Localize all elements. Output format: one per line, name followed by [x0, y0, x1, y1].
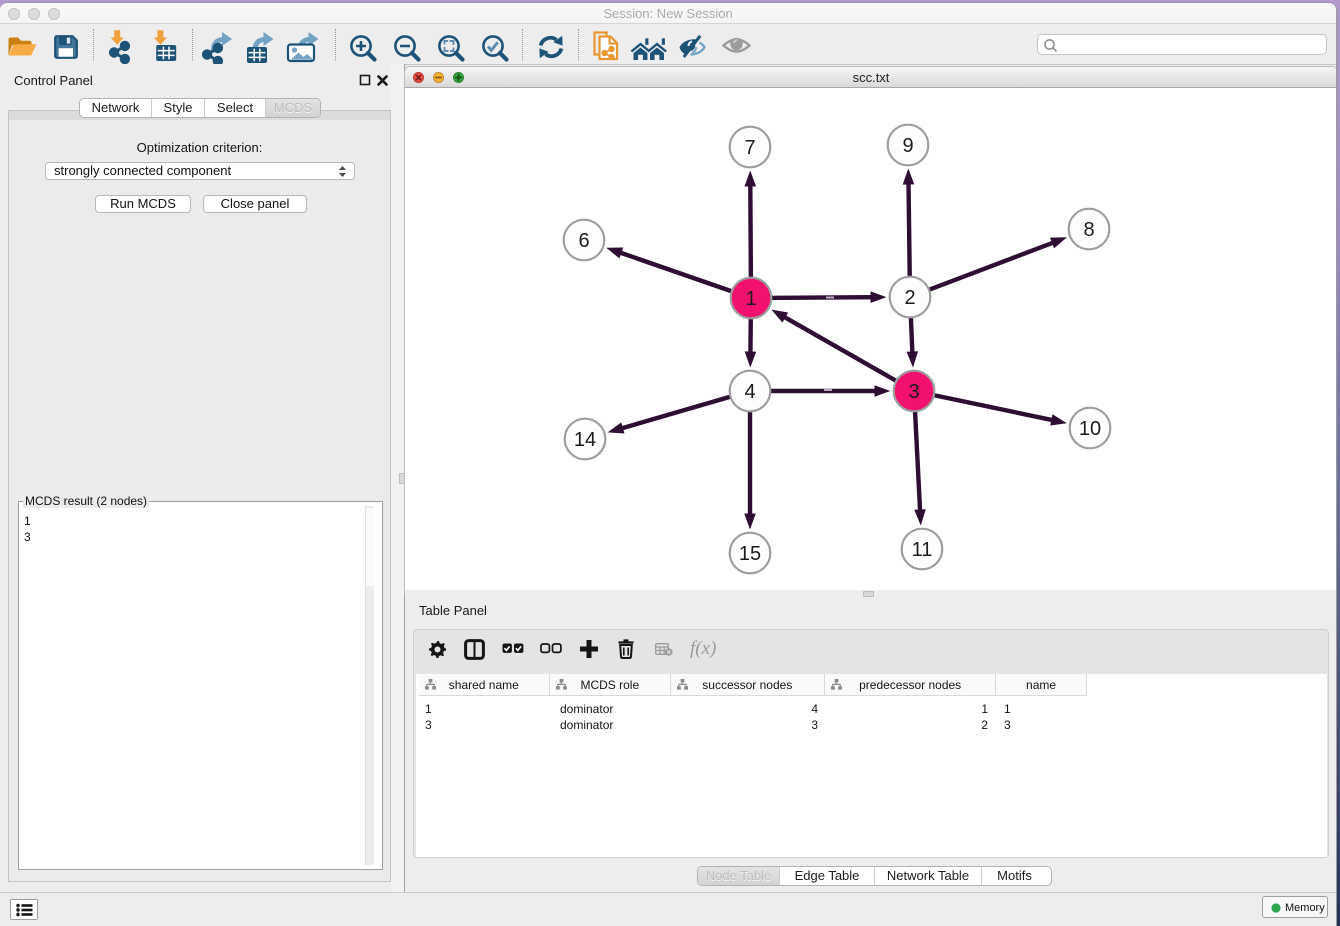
svg-text:9: 9	[902, 135, 913, 157]
svg-text:1: 1	[745, 288, 756, 310]
svg-text:6: 6	[578, 230, 589, 252]
svg-text:2: 2	[904, 287, 915, 309]
svg-text:4: 4	[744, 381, 755, 403]
svg-text:7: 7	[744, 137, 755, 159]
svg-text:3: 3	[908, 381, 919, 403]
svg-text:11: 11	[912, 539, 933, 561]
svg-text:10: 10	[1079, 418, 1101, 440]
svg-text:15: 15	[739, 543, 761, 565]
svg-text:14: 14	[574, 429, 596, 451]
svg-text:8: 8	[1083, 219, 1094, 241]
